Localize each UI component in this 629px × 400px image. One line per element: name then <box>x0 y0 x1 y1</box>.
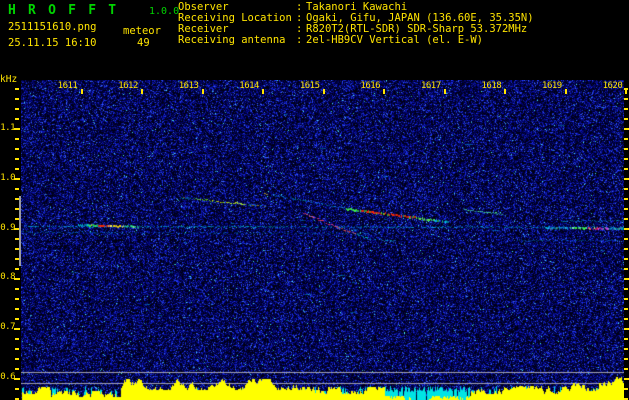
freq-tick-left <box>15 168 19 170</box>
freq-tick-left <box>15 98 19 100</box>
freq-tick-right <box>624 258 628 260</box>
freq-tick-right <box>624 118 628 120</box>
freq-tick-label: 0.8 <box>0 272 15 283</box>
freq-tick-label: 0.6 <box>0 372 15 382</box>
freq-tick-right <box>624 288 628 290</box>
observation-mode-label: meteor <box>123 25 161 37</box>
freq-tick-right <box>624 148 628 150</box>
freq-tick-right <box>624 338 628 340</box>
freq-tick-right <box>624 348 628 350</box>
freq-tick-left <box>15 298 19 300</box>
freq-tick-right <box>624 248 628 250</box>
freq-tick-left <box>15 268 19 270</box>
freq-tick-left <box>15 108 19 110</box>
freq-tick-label: 1.1 <box>0 123 15 133</box>
freq-tick-right <box>624 228 629 230</box>
freq-tick-left <box>14 378 20 380</box>
freq-tick-right <box>624 158 628 160</box>
freq-tick-right <box>624 238 628 240</box>
freq-tick-label: 0.9 <box>0 222 15 233</box>
freq-tick-left <box>15 138 19 140</box>
freq-tick-left <box>14 278 20 280</box>
freq-tick-left <box>15 338 19 340</box>
station-info-value: 2el-HB9CV Vertical (el. E-W) <box>306 34 484 46</box>
freq-tick-right <box>624 358 628 360</box>
freq-tick-right <box>624 128 629 130</box>
freq-tick-left <box>14 178 20 180</box>
freq-tick-right <box>624 318 628 320</box>
station-info-separator: : <box>296 34 303 46</box>
freq-tick-left <box>15 348 19 350</box>
app-title: H R O F F T <box>8 3 119 18</box>
echo-band-marker <box>19 196 21 266</box>
freq-tick-right <box>624 378 629 380</box>
station-info-row: Receiving antenna:2el-HB9CV Vertical (el… <box>178 35 534 46</box>
freq-tick-left <box>15 318 19 320</box>
app-version: 1.0.0 <box>149 6 180 17</box>
freq-tick-left <box>15 288 19 290</box>
station-info-block: Observer: Takanori Kawachi Receiving Locat… <box>178 2 534 46</box>
freq-tick-right <box>624 88 628 90</box>
freq-tick-right <box>624 188 628 190</box>
hrofft-window: H R O F F T 1.0.0 2511151610.png meteor … <box>0 0 629 400</box>
freq-tick-right <box>624 328 629 330</box>
freq-tick-right <box>624 298 628 300</box>
freq-tick-right <box>624 108 628 110</box>
freq-tick-left <box>15 368 19 370</box>
freq-tick-left <box>15 308 19 310</box>
time-tick <box>625 89 628 94</box>
echo-count: 49 <box>137 37 150 49</box>
freq-tick-label: 0.7 <box>0 322 15 333</box>
freq-tick-left <box>15 158 19 160</box>
freq-tick-left <box>14 128 20 130</box>
freq-tick-left <box>15 88 19 90</box>
freq-tick-right <box>624 138 628 140</box>
freq-tick-right <box>624 368 628 370</box>
spectrogram-canvas <box>21 80 624 400</box>
freq-tick-left <box>15 388 19 390</box>
freq-tick-left <box>15 358 19 360</box>
station-info-label: Receiving antenna <box>178 34 286 46</box>
freq-tick-right <box>624 218 628 220</box>
freq-tick-right <box>624 168 628 170</box>
freq-tick-left <box>15 188 19 190</box>
freq-tick-right <box>624 208 628 210</box>
freq-tick-right <box>624 268 628 270</box>
freq-tick-right <box>624 308 628 310</box>
freq-tick-label: 1.0 <box>0 172 15 183</box>
freq-tick-right <box>624 278 629 280</box>
freq-tick-right <box>624 98 628 100</box>
freq-tick-right <box>624 388 628 390</box>
freq-tick-right <box>624 178 629 180</box>
freq-tick-left <box>14 328 20 330</box>
output-file-name: 2511151610.png <box>8 21 97 33</box>
freq-tick-left <box>15 118 19 120</box>
freq-axis-unit-label: kHz <box>0 74 18 85</box>
observation-datetime: 25.11.15 16:10 <box>8 37 97 49</box>
freq-tick-left <box>15 148 19 150</box>
freq-tick-right <box>624 198 628 200</box>
